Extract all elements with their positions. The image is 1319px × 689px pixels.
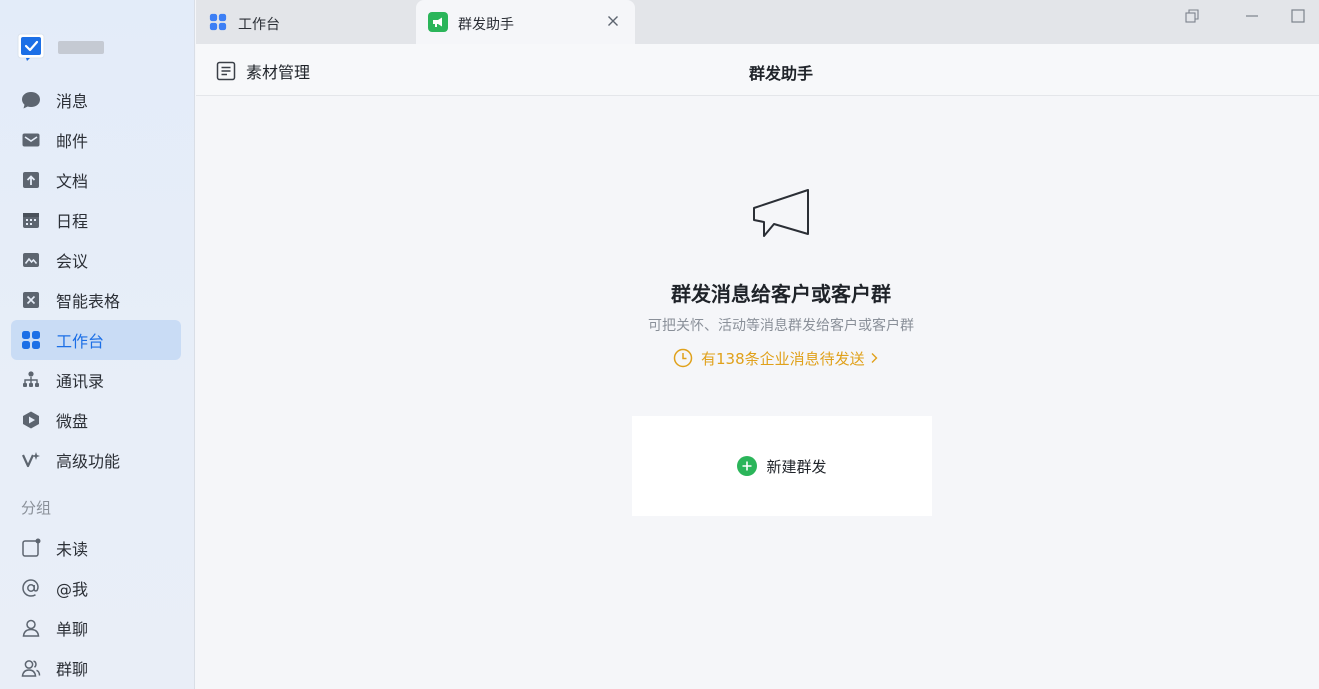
sidebar-item-label: 单聊 xyxy=(56,620,89,639)
app-name-redacted xyxy=(58,41,104,54)
popout-window-icon[interactable] xyxy=(1184,8,1200,24)
minimize-icon[interactable] xyxy=(1244,8,1260,24)
sidebar-item-label: 文档 xyxy=(56,172,89,191)
new-broadcast-button[interactable]: 新建群发 xyxy=(632,416,932,516)
chat-bubble-icon xyxy=(21,90,41,110)
sidebar-item-label: @我 xyxy=(56,580,89,599)
tab-bar: 工作台 群发助手 xyxy=(196,0,1319,44)
sidebar-item-drive[interactable]: 微盘 xyxy=(11,400,181,440)
sidebar-item-label: 工作台 xyxy=(56,332,105,351)
sparkle-icon xyxy=(21,450,41,470)
mail-icon xyxy=(21,130,41,150)
sidebar-item-label: 群聊 xyxy=(56,660,89,679)
sidebar-item-label: 会议 xyxy=(56,252,89,271)
sidebar-item-label: 消息 xyxy=(56,92,89,111)
group-section-title: 分组 xyxy=(21,499,52,517)
empty-state-subtitle: 可把关怀、活动等消息群发给客户或客户群 xyxy=(648,318,914,334)
single-user-icon xyxy=(21,618,41,638)
org-tree-icon xyxy=(21,370,41,390)
new-broadcast-label: 新建群发 xyxy=(766,457,827,476)
sidebar-item-messages[interactable]: 消息 xyxy=(11,80,181,120)
sidebar-item-label: 智能表格 xyxy=(56,292,121,311)
sidebar: 消息 邮件 文档 日程 会议 智能表格 工作台 通讯录 微盘 高级功能 分组 未… xyxy=(0,0,195,689)
unread-icon xyxy=(21,538,41,558)
sidebar-item-smart-sheet[interactable]: 智能表格 xyxy=(11,280,181,320)
sidebar-item-docs[interactable]: 文档 xyxy=(11,160,181,200)
sidebar-item-label: 通讯录 xyxy=(56,372,105,391)
sidebar-item-mentions[interactable]: @我 xyxy=(11,568,181,608)
clock-icon xyxy=(673,348,693,368)
tab-label: 群发助手 xyxy=(458,17,514,33)
tab-workbench[interactable]: 工作台 xyxy=(196,0,415,44)
megaphone-icon xyxy=(428,12,448,32)
sidebar-item-advanced[interactable]: 高级功能 xyxy=(11,440,181,480)
document-icon xyxy=(21,170,41,190)
megaphone-illustration-icon xyxy=(753,189,809,237)
sidebar-item-label: 日程 xyxy=(56,212,89,231)
app-logo-icon[interactable] xyxy=(17,33,45,61)
pending-messages-link[interactable]: 有138条企业消息待发送 xyxy=(673,347,879,369)
sidebar-item-label: 微盘 xyxy=(56,412,89,431)
sidebar-item-mail[interactable]: 邮件 xyxy=(11,120,181,160)
maximize-icon[interactable] xyxy=(1290,8,1306,24)
drive-icon xyxy=(21,410,41,430)
content-header: 素材管理 群发助手 xyxy=(196,44,1319,96)
main-content: 素材管理 群发助手 群发消息给客户或客户群 可把关怀、活动等消息群发给客户或客户… xyxy=(196,44,1319,689)
sidebar-item-meeting[interactable]: 会议 xyxy=(11,240,181,280)
sidebar-item-unread[interactable]: 未读 xyxy=(11,528,181,568)
tab-broadcast-assistant[interactable]: 群发助手 xyxy=(416,0,635,44)
group-users-icon xyxy=(21,658,41,678)
chevron-right-icon xyxy=(871,353,878,363)
sidebar-item-group-chat[interactable]: 群聊 xyxy=(11,648,181,688)
add-circle-icon xyxy=(737,456,758,476)
workbench-grid-icon xyxy=(209,13,227,35)
empty-state-title: 群发消息给客户或客户群 xyxy=(671,282,891,306)
sidebar-item-label: 高级功能 xyxy=(56,452,121,471)
smart-sheet-icon xyxy=(21,290,41,310)
sidebar-item-contacts[interactable]: 通讯录 xyxy=(11,360,181,400)
close-icon[interactable] xyxy=(605,13,621,29)
main-nav: 消息 邮件 文档 日程 会议 智能表格 工作台 通讯录 微盘 高级功能 xyxy=(11,80,181,480)
group-nav: 未读 @我 单聊 群聊 xyxy=(11,528,181,688)
sidebar-item-label: 未读 xyxy=(56,540,89,559)
sidebar-item-workbench[interactable]: 工作台 xyxy=(11,320,181,360)
tab-label: 工作台 xyxy=(238,17,280,33)
sidebar-item-label: 邮件 xyxy=(56,132,89,151)
calendar-icon xyxy=(21,210,41,230)
page-title: 群发助手 xyxy=(748,64,813,83)
sidebar-item-calendar[interactable]: 日程 xyxy=(11,200,181,240)
workbench-grid-icon xyxy=(21,330,41,350)
pending-messages-text: 有138条企业消息待发送 xyxy=(701,349,865,368)
sidebar-item-single-chat[interactable]: 单聊 xyxy=(11,608,181,648)
at-icon xyxy=(21,578,41,598)
meeting-icon xyxy=(21,250,41,270)
